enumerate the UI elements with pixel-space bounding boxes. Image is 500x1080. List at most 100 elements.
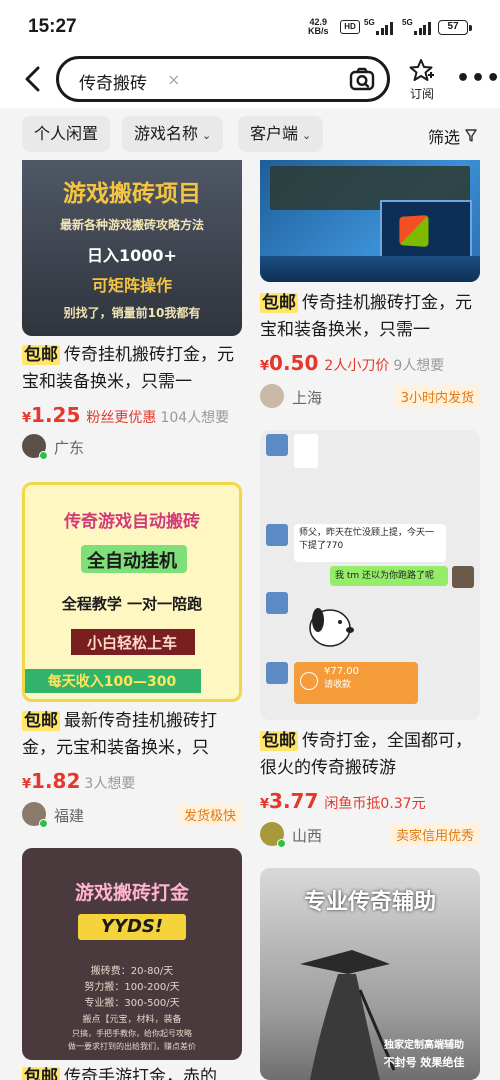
wants-count: 3人想要 [84,776,136,792]
product-card[interactable]: 包邮 传奇挂机搬砖打金，元宝和装备换米，只需一 ¥0.50 2人小刀价 9人想要 上海… [260,160,480,410]
product-image[interactable]: 专业传奇辅助 独家定制高端辅助 不封号 效果绝佳 [260,868,480,1080]
search-query[interactable]: 传奇搬砖 [79,69,147,94]
promo-text: 闲鱼币抵0.37元 [324,796,426,812]
search-input[interactable]: 传奇搬砖 × [56,56,390,102]
network-speed: 42.9 KB/s [308,18,329,36]
search-header: 传奇搬砖 × 订阅 ••• [0,52,500,108]
seller-location: 上海 [292,389,323,407]
product-image[interactable]: 传奇游戏自动搬砖 全自动挂机 全程教学 一对一陪跑 小白轻松上车 每天收入100… [22,482,242,702]
image-text: 传奇游戏自动搬砖 [64,512,200,532]
seller-location: 广东 [54,439,85,457]
filter-button[interactable]: 筛选 [428,124,477,148]
image-text: 游戏搬砖项目 [63,181,201,207]
chat-message: 师父，昨天在忙没顾上提，今天一下提了770 [294,524,446,562]
chat-message: 我 tm 还以为你跑路了呢 [330,566,448,586]
image-text: 最新各种游戏搬砖攻略方法 [59,218,204,232]
image-text: 每天收入100—300 [47,674,177,690]
seller-location: 福建 [54,807,85,825]
image-text: 游戏搬砖打金 [74,882,189,904]
seller-row[interactable]: 福建 发货极快 [22,802,242,828]
avatar[interactable] [260,384,284,408]
free-shipping-tag: 包邮 [22,345,60,365]
price: ¥3.77 [260,789,319,813]
signal-label: 5G [364,18,375,27]
signal-icon-2: 5G [402,18,434,36]
product-card[interactable]: 专业传奇辅助 独家定制高端辅助 不封号 效果绝佳 [260,868,480,1080]
image-text: 全自动挂机 [87,551,177,572]
product-title[interactable]: 包邮 最新传奇挂机搬砖打金，元宝和装备换米，只 [22,708,246,762]
promo-text: 2人小刀价 [324,358,390,374]
filter-personal-idle[interactable]: 个人闲置 [22,116,111,152]
product-image[interactable]: 游戏搬砖打金 YYDS! 搬砖费：20-80/天 努力搬：100-200/天 专… [22,848,242,1060]
image-text: 只搞，手把手教你，给你起号攻略 [72,1029,192,1038]
wants-count: 104人想要 [160,410,230,426]
subscribe-label: 订阅 [409,87,434,101]
image-text: 小白轻松上车 [86,634,177,652]
price-row: ¥0.50 2人小刀价 9人想要 [260,351,490,375]
price-row: ¥1.25 粉丝更优惠 104人想要 [22,403,252,427]
image-text: YYDS! [100,916,164,937]
product-card[interactable]: 游戏搬砖项目 最新各种游戏搬砖攻略方法 日入1000+ 可矩阵操作 别找了，销量… [22,160,242,470]
avatar[interactable] [260,822,286,848]
hd-icon: HD [340,20,360,34]
price: ¥1.25 [22,403,81,427]
funnel-icon [465,129,477,142]
free-shipping-tag: 包邮 [22,1067,60,1080]
status-bar: 15:27 42.9 KB/s HD 5G 5G 57 [0,0,500,52]
shipping-badge: 3小时内发货 [394,385,480,408]
image-text: 不封号 效果绝佳 [383,1056,465,1069]
battery-icon: 57 [438,20,472,35]
seller-row[interactable]: 山西 卖家信用优秀 [260,822,480,848]
wants-count: 9人想要 [393,358,445,374]
signal-icon: 5G [364,18,396,36]
star-plus-icon [409,59,434,81]
network-speed-unit: KB/s [308,26,329,36]
image-text: 搬砖费：20-80/天 [90,966,174,977]
avatar[interactable] [22,434,48,460]
filter-client[interactable]: 客户端 ⌄ [238,116,324,152]
image-text: 做一要求打到的出给我们，赚点差价 [68,1042,196,1051]
product-title[interactable]: 包邮 传奇手游打金，赤的 [22,1064,246,1080]
product-image[interactable]: 游戏搬砖项目 最新各种游戏搬砖攻略方法 日入1000+ 可矩阵操作 别找了，销量… [22,160,242,336]
status-time: 15:27 [28,16,77,37]
product-title[interactable]: 包邮 传奇挂机搬砖打金，元宝和装备换米，只需一 [22,342,246,396]
product-image[interactable] [260,160,480,282]
more-options-icon[interactable]: ••• [456,66,500,91]
clear-icon[interactable]: × [167,70,180,89]
filter-bar: 个人闲置 游戏名称 ⌄ 客户端 ⌄ 筛选 [0,108,500,160]
avatar[interactable] [22,802,48,828]
product-title-text: 传奇手游打金，赤的 [64,1067,217,1080]
seller-location: 山西 [292,827,323,845]
online-dot [277,839,286,848]
transfer-amount: ¥77.00 [324,666,359,677]
camera-search-icon[interactable] [349,67,375,91]
product-title[interactable]: 包邮 传奇打金，全国都可，很火的传奇搬砖游 [260,728,484,782]
price: ¥1.82 [22,769,81,793]
image-text: 专业传奇辅助 [303,890,436,915]
seller-row[interactable]: 上海 3小时内发货 [260,384,480,410]
free-shipping-tag: 包邮 [260,293,298,313]
product-card[interactable]: 师父，昨天在忙没顾上提，今天一下提了770 我 tm 还以为你跑路了呢 ¥77.… [260,430,480,850]
promo-text: 粉丝更优惠 [86,410,157,426]
chevron-down-icon: ⌄ [302,129,312,142]
filter-button-label: 筛选 [428,128,461,147]
seller-row[interactable]: 广东 [22,434,242,460]
filter-game-name[interactable]: 游戏名称 ⌄ [122,116,224,152]
back-arrow-icon[interactable] [20,64,46,94]
transfer-hint: 请收款 [324,680,352,690]
subscribe-button[interactable]: 订阅 [402,56,438,102]
signal-label-2: 5G [402,18,413,27]
image-text: 努力搬：100-200/天 [84,982,180,993]
image-text: 日入1000+ [87,246,177,265]
image-text: 专业搬：300-500/天 [84,998,180,1009]
product-title[interactable]: 包邮 传奇挂机搬砖打金，元宝和装备换米，只需一 [260,290,484,344]
online-dot [39,451,48,460]
image-text: 全程教学 一对一陪跑 [61,595,203,613]
chevron-down-icon: ⌄ [202,129,212,142]
price-row: ¥3.77 闲鱼币抵0.37元 [260,789,490,813]
image-text: 搬点【元宝，材料，装备 [82,1015,182,1025]
product-card[interactable]: 传奇游戏自动搬砖 全自动挂机 全程教学 一对一陪跑 小白轻松上车 每天收入100… [22,482,242,832]
product-card[interactable]: 游戏搬砖打金 YYDS! 搬砖费：20-80/天 努力搬：100-200/天 专… [22,848,242,1080]
image-text: 别找了，销量前10我都有 [63,306,201,320]
product-image[interactable]: 师父，昨天在忙没顾上提，今天一下提了770 我 tm 还以为你跑路了呢 ¥77.… [260,430,480,720]
